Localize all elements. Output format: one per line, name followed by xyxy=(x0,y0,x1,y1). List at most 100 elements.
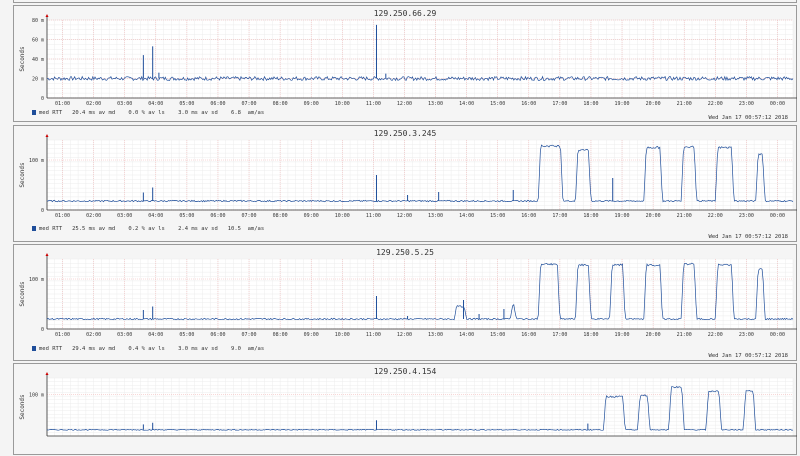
x-tick-label: 07:00 xyxy=(242,213,257,219)
x-tick-label: 14:00 xyxy=(459,332,474,338)
x-tick-label: 15:00 xyxy=(490,332,505,338)
x-tick-label: 02:00 xyxy=(86,332,101,338)
y-axis-arrow xyxy=(45,253,49,256)
x-tick-label: 12:00 xyxy=(397,213,412,219)
y-axis-arrow xyxy=(45,372,49,375)
x-tick-label: 17:00 xyxy=(552,332,567,338)
y-tick-label: 40 m xyxy=(32,57,44,63)
x-tick-label: 20:00 xyxy=(646,332,661,338)
x-tick-label: 15:00 xyxy=(490,213,505,219)
x-tick-label: 13:00 xyxy=(428,101,443,107)
x-tick-label: 04:00 xyxy=(148,101,163,107)
x-tick-label: 14:00 xyxy=(459,101,474,107)
x-tick-label: 14:00 xyxy=(459,213,474,219)
x-tick-label: 00:00 xyxy=(770,213,785,219)
y-axis-arrow xyxy=(45,134,49,137)
x-tick-label: 11:00 xyxy=(366,332,381,338)
chart-panel-66-29: 129.250.66.29 Seconds 0 20 m 40 m 60 m 80 m 01… xyxy=(13,5,797,122)
y-tick-label: 0 xyxy=(41,208,44,214)
chart-legend: med RTT 25.5 ms av md 0.2 % av ls 2.4 ms… xyxy=(32,226,264,232)
x-tick-label: 02:00 xyxy=(86,213,101,219)
legend-swatch xyxy=(32,346,36,351)
chart-svg: Seconds 0 20 m 40 m 60 m 80 m 01:00 02:00 03:00 0… xyxy=(19,14,797,107)
legend-text: med RTT 25.5 ms av md 0.2 % av ls 2.4 ms… xyxy=(39,226,265,232)
x-tick-label: 08:00 xyxy=(273,213,288,219)
x-tick-label: 09:00 xyxy=(304,213,319,219)
chart-timestamp: Wed Jan 17 00:57:12 2018 xyxy=(708,234,788,240)
legend-swatch xyxy=(32,110,36,115)
x-tick-label: 02:00 xyxy=(86,101,101,107)
x-tick-label: 18:00 xyxy=(583,213,598,219)
legend-swatch xyxy=(32,226,36,231)
x-tick-label: 23:00 xyxy=(739,213,754,219)
y-tick-label: 60 m xyxy=(32,38,44,44)
y-axis-label: Seconds xyxy=(19,46,26,72)
chart-timestamp: Wed Jan 17 00:57:12 2018 xyxy=(708,115,788,121)
x-tick-label: 19:00 xyxy=(615,213,630,219)
x-tick-label: 22:00 xyxy=(708,101,723,107)
x-tick-label: 21:00 xyxy=(677,213,692,219)
x-tick-label: 06:00 xyxy=(210,213,225,219)
chart-panel-3-245: 129.250.3.245 Seconds 0 100 m 01:00 02:00 03:… xyxy=(13,125,797,242)
chart-svg: Seconds 100 m xyxy=(19,372,797,437)
legend-text: med RTT 20.4 ms av md 0.0 % av ls 3.0 ms… xyxy=(39,110,265,116)
x-tick-label: 06:00 xyxy=(210,332,225,338)
x-tick-label: 18:00 xyxy=(583,332,598,338)
y-axis-arrow xyxy=(45,14,49,17)
x-tick-label: 13:00 xyxy=(428,213,443,219)
x-tick-label: 09:00 xyxy=(304,332,319,338)
x-tick-label: 19:00 xyxy=(615,332,630,338)
y-tick-label: 100 m xyxy=(29,158,44,164)
x-tick-label: 23:00 xyxy=(739,101,754,107)
x-tick-label: 05:00 xyxy=(179,332,194,338)
x-tick-label: 12:00 xyxy=(397,101,412,107)
previous-panel-edge xyxy=(13,0,797,3)
x-tick-label: 12:00 xyxy=(397,332,412,338)
x-tick-label: 09:00 xyxy=(304,101,319,107)
x-tick-label: 21:00 xyxy=(677,332,692,338)
x-tick-label: 10:00 xyxy=(335,213,350,219)
x-tick-label: 05:00 xyxy=(179,101,194,107)
chart-svg: Seconds 0 100 m 01:00 02:00 03:00 04:00 05:00 06… xyxy=(19,253,797,338)
x-tick-label: 10:00 xyxy=(335,332,350,338)
y-tick-label: 80 m xyxy=(32,18,44,24)
x-tick-label: 03:00 xyxy=(117,213,132,219)
x-tick-label: 05:00 xyxy=(179,213,194,219)
y-tick-label: 100 m xyxy=(29,277,44,283)
x-tick-label: 20:00 xyxy=(646,101,661,107)
x-tick-label: 10:00 xyxy=(335,101,350,107)
x-tick-label: 06:00 xyxy=(210,101,225,107)
chart-panel-5-25: 129.250.5.25 Seconds 0 100 m 01:00 02:00 03:0… xyxy=(13,244,797,361)
x-tick-label: 00:00 xyxy=(770,101,785,107)
chart-timestamp: Wed Jan 17 00:57:12 2018 xyxy=(708,353,788,359)
y-tick-label: 0 xyxy=(41,96,44,102)
x-tick-label: 03:00 xyxy=(117,332,132,338)
x-tick-label: 11:00 xyxy=(366,101,381,107)
x-tick-label: 16:00 xyxy=(521,101,536,107)
x-tick-label: 07:00 xyxy=(242,332,257,338)
x-tick-label: 20:00 xyxy=(646,213,661,219)
legend-text: med RTT 29.4 ms av md 0.4 % av ls 3.0 ms… xyxy=(39,346,265,352)
x-tick-label: 18:00 xyxy=(583,101,598,107)
x-tick-label: 16:00 xyxy=(521,332,536,338)
x-tick-label: 04:00 xyxy=(148,332,163,338)
y-tick-label: 0 xyxy=(41,327,44,333)
x-tick-label: 01:00 xyxy=(55,332,70,338)
x-tick-label: 17:00 xyxy=(552,101,567,107)
x-tick-label: 07:00 xyxy=(242,101,257,107)
y-axis-label: Seconds xyxy=(19,281,26,307)
chart-legend: med RTT 20.4 ms av md 0.0 % av ls 3.0 ms… xyxy=(32,110,264,116)
chart-panel-4-154: 129.250.4.154 Seconds 100 m xyxy=(13,363,797,455)
y-axis-label: Seconds xyxy=(19,394,26,420)
x-tick-label: 04:00 xyxy=(148,213,163,219)
x-tick-label: 21:00 xyxy=(677,101,692,107)
y-tick-label: 20 m xyxy=(32,77,44,83)
x-tick-label: 19:00 xyxy=(615,101,630,107)
chart-legend: med RTT 29.4 ms av md 0.4 % av ls 3.0 ms… xyxy=(32,346,264,352)
x-tick-label: 13:00 xyxy=(428,332,443,338)
x-tick-label: 01:00 xyxy=(55,101,70,107)
x-tick-label: 15:00 xyxy=(490,101,505,107)
x-tick-label: 23:00 xyxy=(739,332,754,338)
x-tick-label: 08:00 xyxy=(273,332,288,338)
x-tick-label: 11:00 xyxy=(366,213,381,219)
